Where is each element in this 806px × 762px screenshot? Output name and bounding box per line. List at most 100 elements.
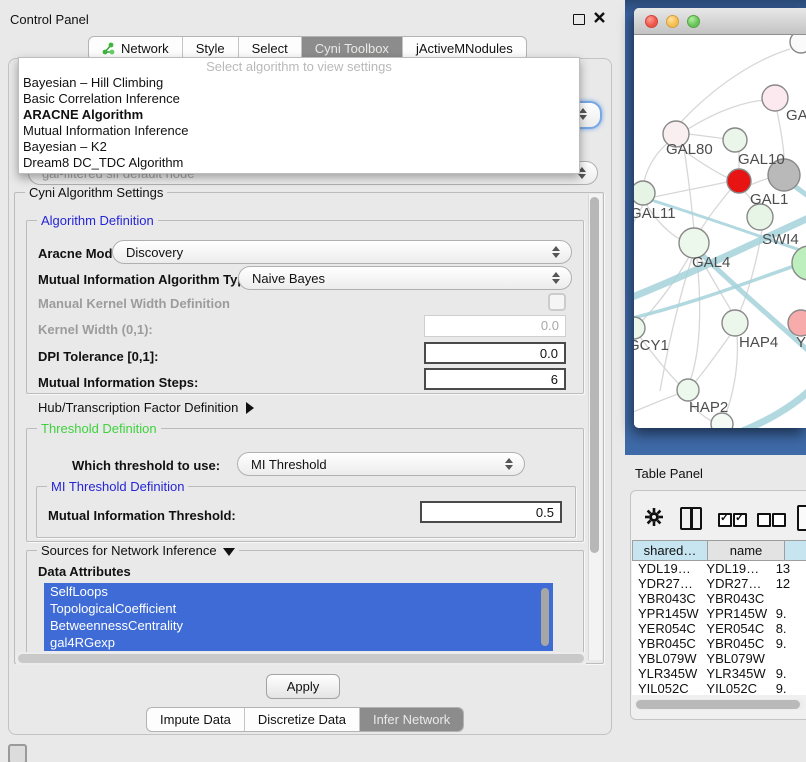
sources-group-title[interactable]: Sources for Network Inference xyxy=(37,543,239,558)
table-row[interactable]: YDL19…YDL19…13 xyxy=(632,561,806,576)
table-row[interactable]: YDR27…YDR27…12 xyxy=(632,576,806,591)
network-node[interactable] xyxy=(762,85,788,111)
table-cell: 9. xyxy=(770,681,806,695)
node-label-swi4[interactable]: SWI4 xyxy=(762,231,799,248)
table-row[interactable]: YBR043CYBR043C xyxy=(632,591,806,606)
algorithm-option-aracne-algorithm[interactable]: ARACNE Algorithm xyxy=(19,107,579,123)
tab-infer-network[interactable]: Infer Network xyxy=(360,708,463,731)
node-label-gal11[interactable]: GAL11 xyxy=(634,205,676,222)
table-cell: YBR043C xyxy=(632,591,700,606)
kernel-width-field[interactable]: 0.0 xyxy=(424,315,566,337)
mi-algorithm-type-combobox[interactable]: Naive Bayes xyxy=(238,266,572,290)
table-row[interactable]: YIL052CYIL052C9. xyxy=(632,681,806,695)
attribute-item-gal4rgexp[interactable]: gal4RGexp xyxy=(44,634,553,651)
mi-steps-field[interactable]: 6 xyxy=(424,368,566,390)
attribute-item-topologicalcoefficient[interactable]: TopologicalCoefficient xyxy=(44,600,553,617)
table-row[interactable]: YBR045CYBR045C9. xyxy=(632,636,806,651)
zoom-window-icon[interactable] xyxy=(687,15,700,28)
node-label-gal80[interactable]: GAL80 xyxy=(666,141,713,158)
network-node[interactable] xyxy=(634,181,655,205)
table-cell: YBR045C xyxy=(700,636,769,651)
attributes-list-scrollbar-thumb[interactable] xyxy=(541,588,549,646)
network-node[interactable] xyxy=(790,35,806,53)
node-label-gal10[interactable]: GAL10 xyxy=(738,151,785,168)
settings-group-title: Cyni Algorithm Settings xyxy=(25,185,167,200)
manual-kernel-width-label: Manual Kernel Width Definition xyxy=(38,296,230,311)
aracne-mode-combobox[interactable]: Discovery xyxy=(112,240,572,264)
algorithm-option-bayesian-k2[interactable]: Bayesian – K2 xyxy=(19,139,579,155)
manual-kernel-width-checkbox[interactable] xyxy=(548,293,566,311)
node-label-hap4[interactable]: HAP4 xyxy=(739,334,778,351)
minimize-window-icon[interactable] xyxy=(666,15,679,28)
attribute-item-selfloops[interactable]: SelfLoops xyxy=(44,583,553,600)
table-row[interactable]: YER054CYER054C8. xyxy=(632,621,806,636)
table-cell: 13 xyxy=(770,561,806,576)
node-label-gal4[interactable]: GAL4 xyxy=(692,254,730,271)
network-edge xyxy=(688,134,724,139)
column-header-2[interactable] xyxy=(785,540,806,561)
new-column-icon[interactable] xyxy=(797,505,806,531)
table-cell xyxy=(770,591,806,606)
dpi-tolerance-field[interactable]: 0.0 xyxy=(424,342,566,364)
close-icon[interactable] xyxy=(593,11,606,24)
apply-button[interactable]: Apply xyxy=(266,674,340,699)
network-window-titlebar[interactable] xyxy=(634,8,806,35)
network-icon xyxy=(102,42,115,55)
float-window-icon[interactable] xyxy=(573,14,585,25)
network-node[interactable] xyxy=(792,246,806,280)
deselect-all-columns-icon[interactable] xyxy=(757,513,771,527)
mi-threshold-field[interactable]: 0.5 xyxy=(420,501,562,523)
node-label-y[interactable]: Y xyxy=(796,334,806,351)
network-edge xyxy=(695,334,731,382)
table-cell: YLR345W xyxy=(632,666,700,681)
which-threshold-combobox[interactable]: MI Threshold xyxy=(237,452,525,476)
algorithm-option-mutual-information-inference[interactable]: Mutual Information Inference xyxy=(19,123,579,139)
select-all-columns-icon[interactable]: ✓ xyxy=(733,513,747,527)
network-canvas[interactable]: GAL2 GAL80 GAL10 GAL1 GAL11 SWI4 GAL4 HAP4 Y GCY1… xyxy=(634,35,806,428)
algorithm-option-dream8-dc-tdc-algorithm[interactable]: Dream8 DC_TDC Algorithm xyxy=(19,155,579,171)
threshold-definition-title: Threshold Definition xyxy=(37,421,161,436)
close-window-icon[interactable] xyxy=(645,15,658,28)
algorithm-option-bayesian-hill-climbing[interactable]: Bayesian – Hill Climbing xyxy=(19,75,579,91)
network-node[interactable] xyxy=(677,379,699,401)
node-label-gcy1[interactable]: GCY1 xyxy=(634,337,669,354)
tab-discretize-data[interactable]: Discretize Data xyxy=(245,708,360,731)
which-threshold-label: Which threshold to use: xyxy=(72,458,220,473)
node-label-hap2[interactable]: HAP2 xyxy=(689,399,728,416)
corner-widget-icon[interactable] xyxy=(8,744,27,762)
node-label-gal1[interactable]: GAL1 xyxy=(750,191,788,208)
attribute-item-betweennesscentrality[interactable]: BetweennessCentrality xyxy=(44,617,553,634)
hub-definition-expander[interactable]: Hub/Transcription Factor Definition xyxy=(38,400,254,415)
settings-gear-icon[interactable] xyxy=(644,507,664,527)
table-cell: YBL079W xyxy=(700,651,769,666)
data-attributes-label: Data Attributes xyxy=(38,564,131,579)
algorithm-dropdown-list: Select algorithm to view settings Bayesi… xyxy=(18,57,580,174)
data-attributes-list[interactable]: SelfLoopsTopologicalCoefficientBetweenne… xyxy=(44,583,553,651)
algorithm-option-basic-correlation-inference[interactable]: Basic Correlation Inference xyxy=(19,91,579,107)
network-view-window[interactable]: GAL2 GAL80 GAL10 GAL1 GAL11 SWI4 GAL4 HAP4 Y GCY1… xyxy=(634,8,806,428)
column-header-shared[interactable]: shared… xyxy=(632,540,708,561)
table-cell: 9. xyxy=(770,636,806,651)
deselect-all-columns-icon[interactable] xyxy=(772,513,786,527)
table-cell: YPR145W xyxy=(700,606,769,621)
collapse-arrow-icon xyxy=(223,548,235,556)
table-row[interactable]: YPR145WYPR145W9. xyxy=(632,606,806,621)
table-horizontal-scrollbar-thumb[interactable] xyxy=(636,700,800,709)
network-node[interactable] xyxy=(722,310,748,336)
table-row[interactable]: YLR345WYLR345W9. xyxy=(632,666,806,681)
table-row[interactable]: YBL079WYBL079W xyxy=(632,651,806,666)
network-graph: GAL2 GAL80 GAL10 GAL1 GAL11 SWI4 GAL4 HAP4 Y GCY1… xyxy=(634,35,806,428)
network-node[interactable] xyxy=(727,169,751,193)
table-cell: YBR043C xyxy=(700,591,769,606)
tab-impute-data[interactable]: Impute Data xyxy=(147,708,245,731)
column-header-name[interactable]: name xyxy=(708,540,785,561)
select-all-columns-icon[interactable]: ✓ xyxy=(718,513,732,527)
split-columns-icon[interactable] xyxy=(680,507,702,530)
network-node[interactable] xyxy=(723,128,747,152)
tab-label: Select xyxy=(252,41,288,56)
table-cell: YDL19… xyxy=(632,561,700,576)
settings-horizontal-scrollbar-thumb[interactable] xyxy=(18,654,584,663)
settings-vertical-scrollbar-thumb[interactable] xyxy=(590,197,599,553)
node-label-gal2[interactable]: GAL2 xyxy=(786,107,806,124)
table-panel-title: Table Panel xyxy=(635,466,703,481)
